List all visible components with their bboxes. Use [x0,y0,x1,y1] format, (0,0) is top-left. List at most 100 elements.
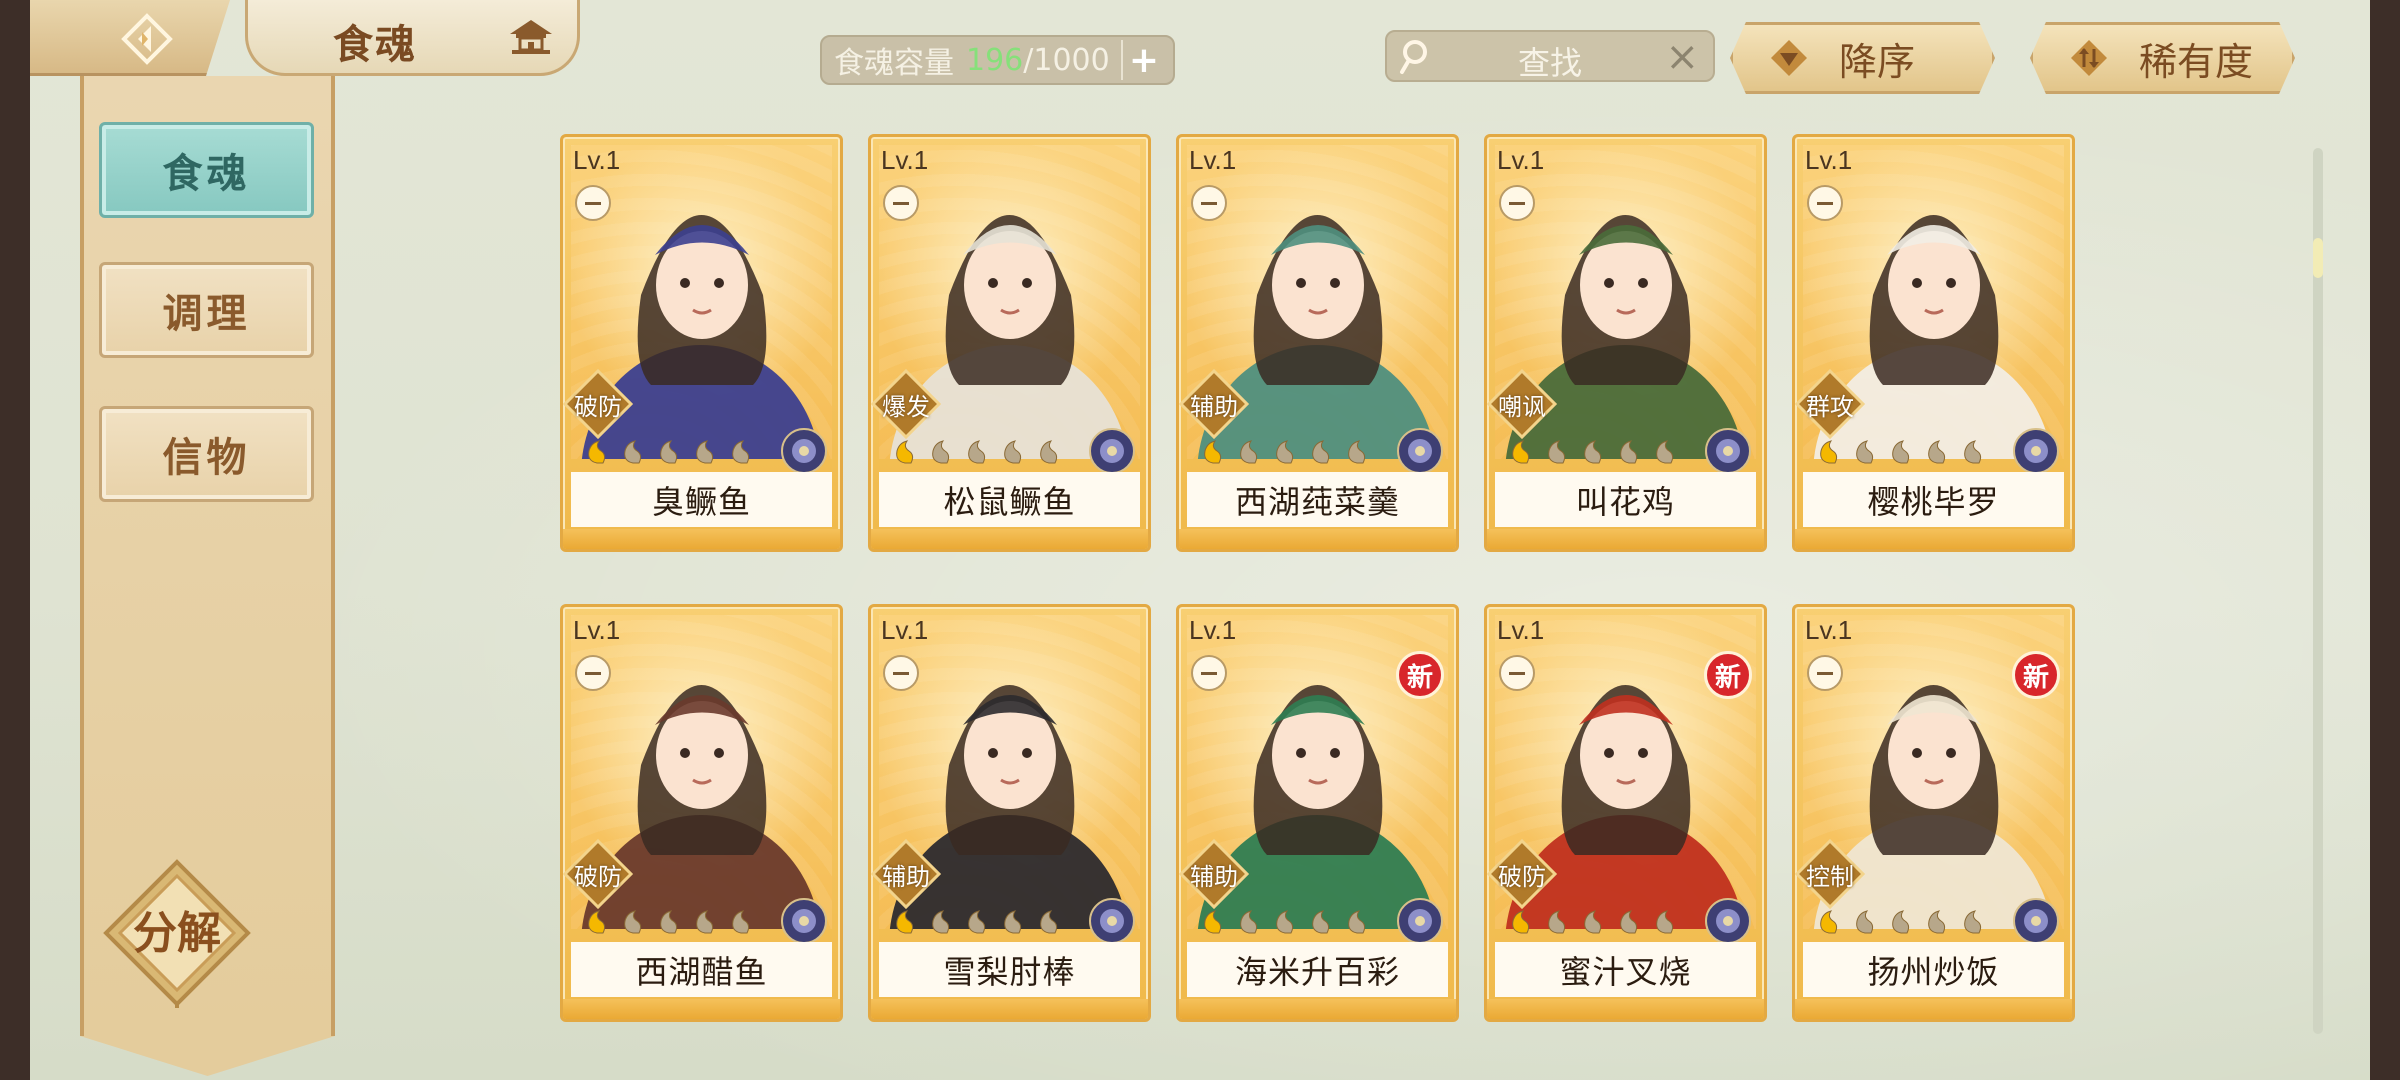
card-level: Lv.1 [1805,145,1853,175]
card-level: Lv.1 [1189,145,1237,175]
capacity-label: 食魂容量 [834,46,954,81]
sort-rarity-button[interactable]: 稀有度 [2030,22,2295,94]
triangle-down-icon [1771,40,1807,76]
nav-tab-label: 食魂 [162,151,251,197]
card-bottom-band [1795,529,2072,549]
lock-toggle-icon[interactable] [1191,185,1227,221]
flower-emblem-icon [1705,898,1751,944]
card-name: 扬州炒饭 [1803,942,2064,997]
nav-tab-conditioning[interactable]: 调理 [99,262,314,358]
nav-tab-label: 信物 [162,435,251,481]
card-name: 樱桃毕罗 [1803,472,2064,527]
food-soul-card[interactable]: Lv.1 辅助 雪梨肘棒 [868,604,1151,1022]
lock-toggle-icon[interactable] [1191,655,1227,691]
flower-emblem-icon [781,898,827,944]
decompose-button[interactable]: 分解 [102,858,252,1008]
capacity-add-button[interactable]: + [1121,40,1165,81]
card-name: 松鼠鳜鱼 [879,472,1140,527]
lock-toggle-icon[interactable] [1499,655,1535,691]
card-level: Lv.1 [881,145,929,175]
food-soul-card[interactable]: Lv.1 嘲讽 叫花鸡 [1484,134,1767,552]
sort-swap-icon [2071,40,2107,76]
card-level: Lv.1 [573,615,621,645]
card-role: 辅助 [1190,393,1238,421]
food-soul-screen: 食魂 食魂容量 196 /1000 + 查找 × 降序 稀有度 食魂 调理 信物… [30,0,2370,1080]
card-bottom-band [871,999,1148,1019]
new-badge: 新 [2012,651,2060,699]
nav-tab-label: 调理 [162,291,251,337]
flower-emblem-icon [781,428,827,474]
card-level: Lv.1 [881,615,929,645]
card-name: 叫花鸡 [1495,472,1756,527]
food-soul-card[interactable]: Lv.1 新 控制 扬州炒饭 [1792,604,2075,1022]
food-soul-card[interactable]: Lv.1 爆发 松鼠鳜鱼 [868,134,1151,552]
new-badge: 新 [1704,651,1752,699]
sort-rarity-label: 稀有度 [2139,39,2254,84]
flower-emblem-icon [1397,428,1443,474]
card-role: 辅助 [882,863,930,891]
card-bottom-band [1179,529,1456,549]
food-soul-card[interactable]: Lv.1 新 破防 蜜汁叉烧 [1484,604,1767,1022]
flower-emblem-icon [1089,428,1135,474]
card-role: 爆发 [882,393,930,421]
capacity-max: /1000 [1023,42,1110,78]
flame-star-icon [1820,440,1982,464]
search-input[interactable]: 查找 [1387,38,1713,84]
flower-emblem-icon [1397,898,1443,944]
nav-tab-food-soul[interactable]: 食魂 [99,122,314,218]
food-soul-card[interactable]: Lv.1 破防 臭鳜鱼 [560,134,843,552]
card-role: 控制 [1806,863,1854,891]
food-soul-card[interactable]: Lv.1 辅助 西湖莼菜羹 [1176,134,1459,552]
lock-toggle-icon[interactable] [883,185,919,221]
card-level: Lv.1 [1189,615,1237,645]
flower-emblem-icon [1705,428,1751,474]
capacity-current: 196 [966,42,1024,78]
flame-star-icon [588,910,750,934]
lock-toggle-icon[interactable] [575,185,611,221]
card-role: 破防 [1498,863,1546,891]
lock-toggle-icon[interactable] [1807,655,1843,691]
card-role: 辅助 [1190,863,1238,891]
flame-star-icon [1512,440,1674,464]
flower-emblem-icon [1089,898,1135,944]
scrollbar[interactable] [2313,148,2323,1034]
lock-toggle-icon[interactable] [1499,185,1535,221]
back-arrow-icon [121,13,173,65]
search-box[interactable]: 查找 × [1385,30,1715,82]
back-button[interactable] [30,0,230,76]
lock-toggle-icon[interactable] [883,655,919,691]
card-bottom-band [1487,529,1764,549]
card-name: 雪梨肘棒 [879,942,1140,997]
pavilion-icon[interactable] [508,18,554,56]
flame-star-icon [1512,910,1674,934]
flame-star-icon [1204,440,1366,464]
close-icon[interactable]: × [1665,34,1699,80]
card-level: Lv.1 [1497,615,1545,645]
lock-toggle-icon[interactable] [1807,185,1843,221]
card-name: 海米升百彩 [1187,942,1448,997]
sort-descending-button[interactable]: 降序 [1730,22,1995,94]
sort-descending-label: 降序 [1839,39,1916,84]
card-role: 嘲讽 [1498,393,1546,421]
food-soul-card[interactable]: Lv.1 群攻 樱桃毕罗 [1792,134,2075,552]
food-soul-card[interactable]: Lv.1 破防 西湖醋鱼 [560,604,843,1022]
page-title: 食魂 [333,22,417,68]
food-soul-card[interactable]: Lv.1 新 辅助 海米升百彩 [1176,604,1459,1022]
nav-tab-tokens[interactable]: 信物 [99,406,314,502]
card-bottom-band [1795,999,2072,1019]
flame-star-icon [896,440,1058,464]
scrollbar-thumb[interactable] [2313,238,2323,278]
card-bottom-band [1487,999,1764,1019]
flame-star-icon [1204,910,1366,934]
card-name: 蜜汁叉烧 [1495,942,1756,997]
decompose-label: 分解 [133,908,221,959]
capacity-counter: 食魂容量 196 /1000 + [820,35,1175,85]
flame-star-icon [896,910,1058,934]
flame-star-icon [1820,910,1982,934]
title-tab: 食魂 [245,0,580,76]
lock-toggle-icon[interactable] [575,655,611,691]
card-name: 西湖醋鱼 [571,942,832,997]
card-level: Lv.1 [1805,615,1853,645]
card-bottom-band [563,529,840,549]
card-bottom-band [1179,999,1456,1019]
